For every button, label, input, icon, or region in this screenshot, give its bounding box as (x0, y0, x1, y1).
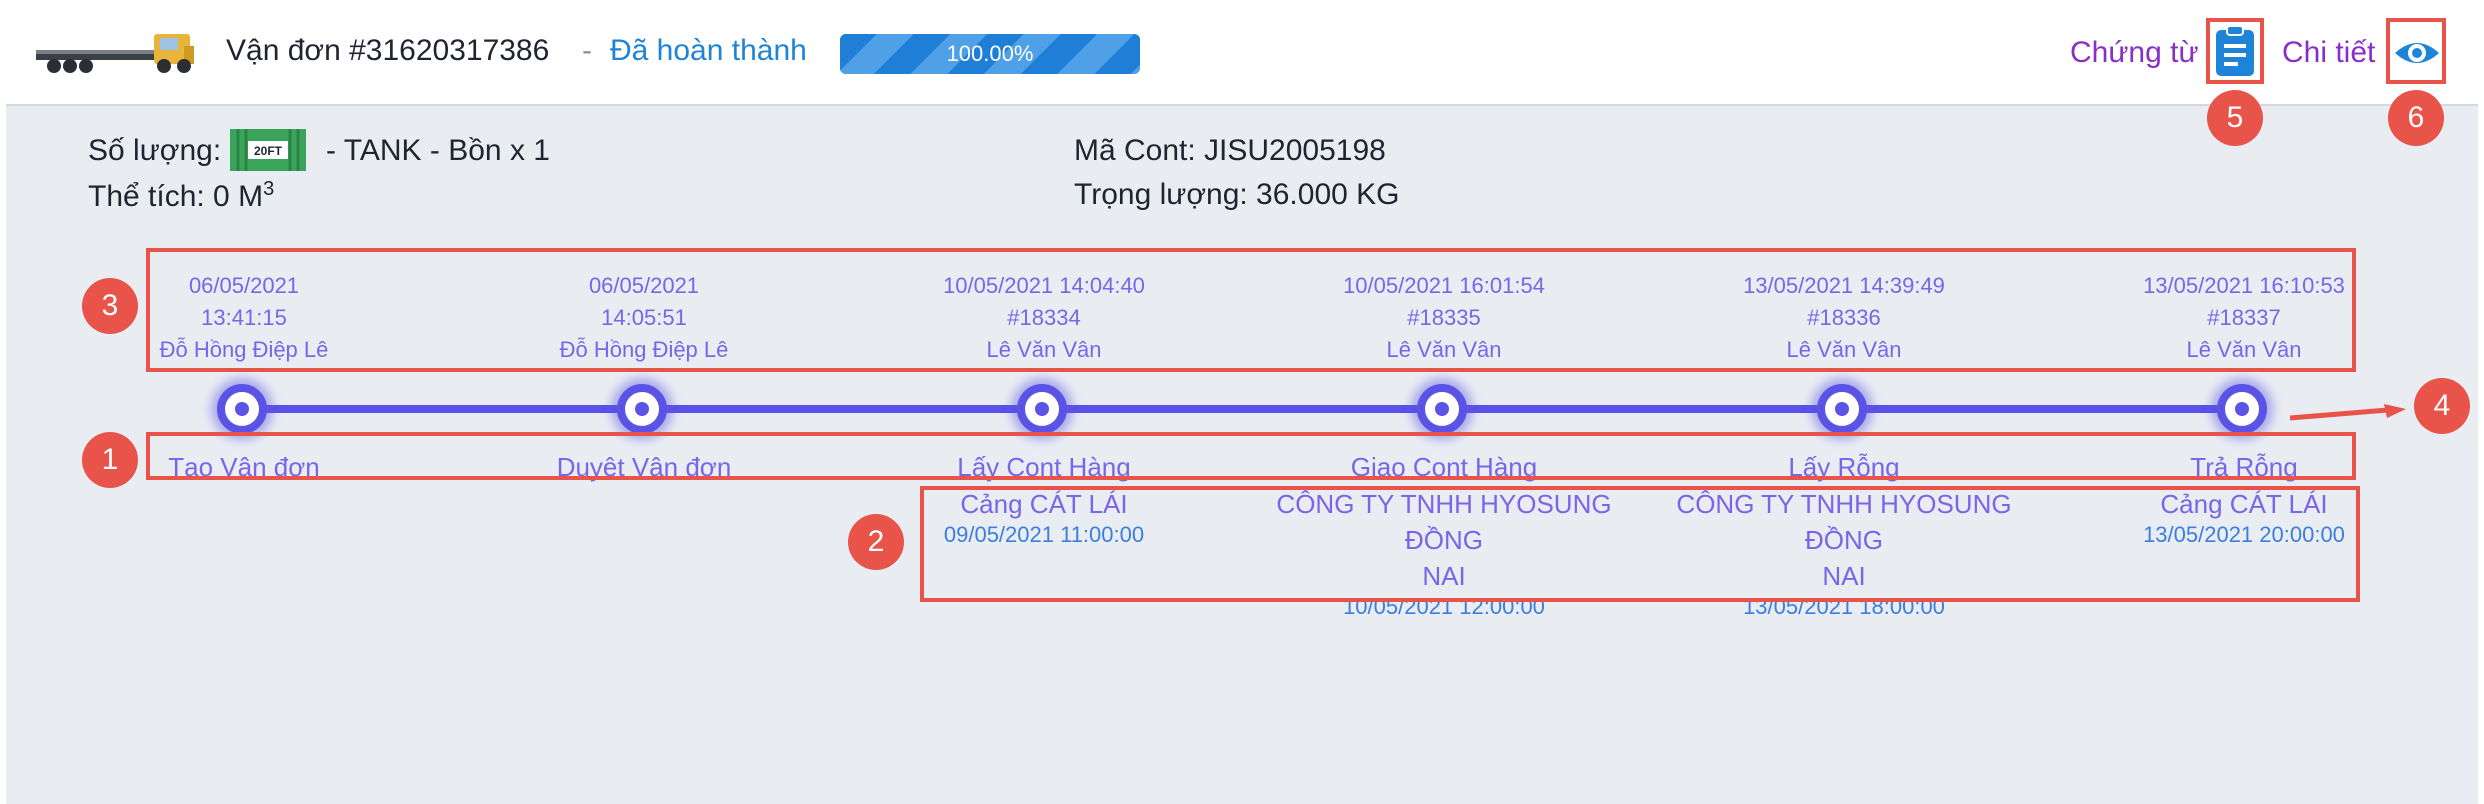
annotation-badge-6: 6 (2388, 90, 2444, 146)
annotation-box-detail (2386, 18, 2446, 84)
status-text: Đã hoàn thành (610, 34, 807, 67)
timeline-node-1[interactable] (217, 384, 267, 434)
timeline-node-3[interactable] (1017, 384, 1067, 434)
progress-bar: 100.00% (840, 34, 1140, 74)
documents-link[interactable]: Chứng từ (2070, 36, 2199, 70)
page-edge-right (2478, 0, 2484, 804)
page-edge-left (0, 0, 6, 804)
annotation-box-docs (2206, 18, 2264, 84)
annotation-badge-4: 4 (2414, 378, 2470, 434)
annotation-badge-1: 1 (82, 432, 138, 488)
container-icon: 20FT (230, 129, 306, 171)
annotation-badge-3: 3 (82, 278, 138, 334)
progress-label: 100.00% (946, 41, 1034, 66)
quantity-label: Số lượng: (88, 134, 222, 167)
container-badge: 20FT (254, 144, 283, 158)
quantity-value: - TANK - Bồn x 1 (326, 134, 550, 167)
timeline-track (242, 405, 2242, 413)
annotation-box-step-labels (146, 432, 2356, 480)
truck-icon (36, 34, 194, 73)
detail-link[interactable]: Chi tiết (2282, 36, 2375, 70)
volume-field: Thể tích: 0 M3 (88, 178, 274, 214)
volume-unit-sup: 3 (263, 178, 275, 200)
container-code: Mã Cont: JISU2005198 (1074, 134, 1386, 167)
timeline-node-6[interactable] (2217, 384, 2267, 434)
annotation-badge-2: 2 (848, 514, 904, 570)
annotation-box-locations (920, 486, 2360, 602)
annotation-box-timestamps (146, 248, 2356, 372)
weight-field: Trọng lượng: 36.000 KG (1074, 178, 1400, 211)
timeline-node-5[interactable] (1817, 384, 1867, 434)
volume-text: Thể tích: 0 M (88, 180, 264, 213)
annotation-badge-5: 5 (2207, 90, 2263, 146)
title-separator: - (582, 34, 592, 67)
annotation-arrow (2290, 404, 2406, 421)
timeline-node-2[interactable] (617, 384, 667, 434)
shipment-title: Vận đơn #31620317386 (226, 34, 550, 67)
timeline-node-4[interactable] (1417, 384, 1467, 434)
